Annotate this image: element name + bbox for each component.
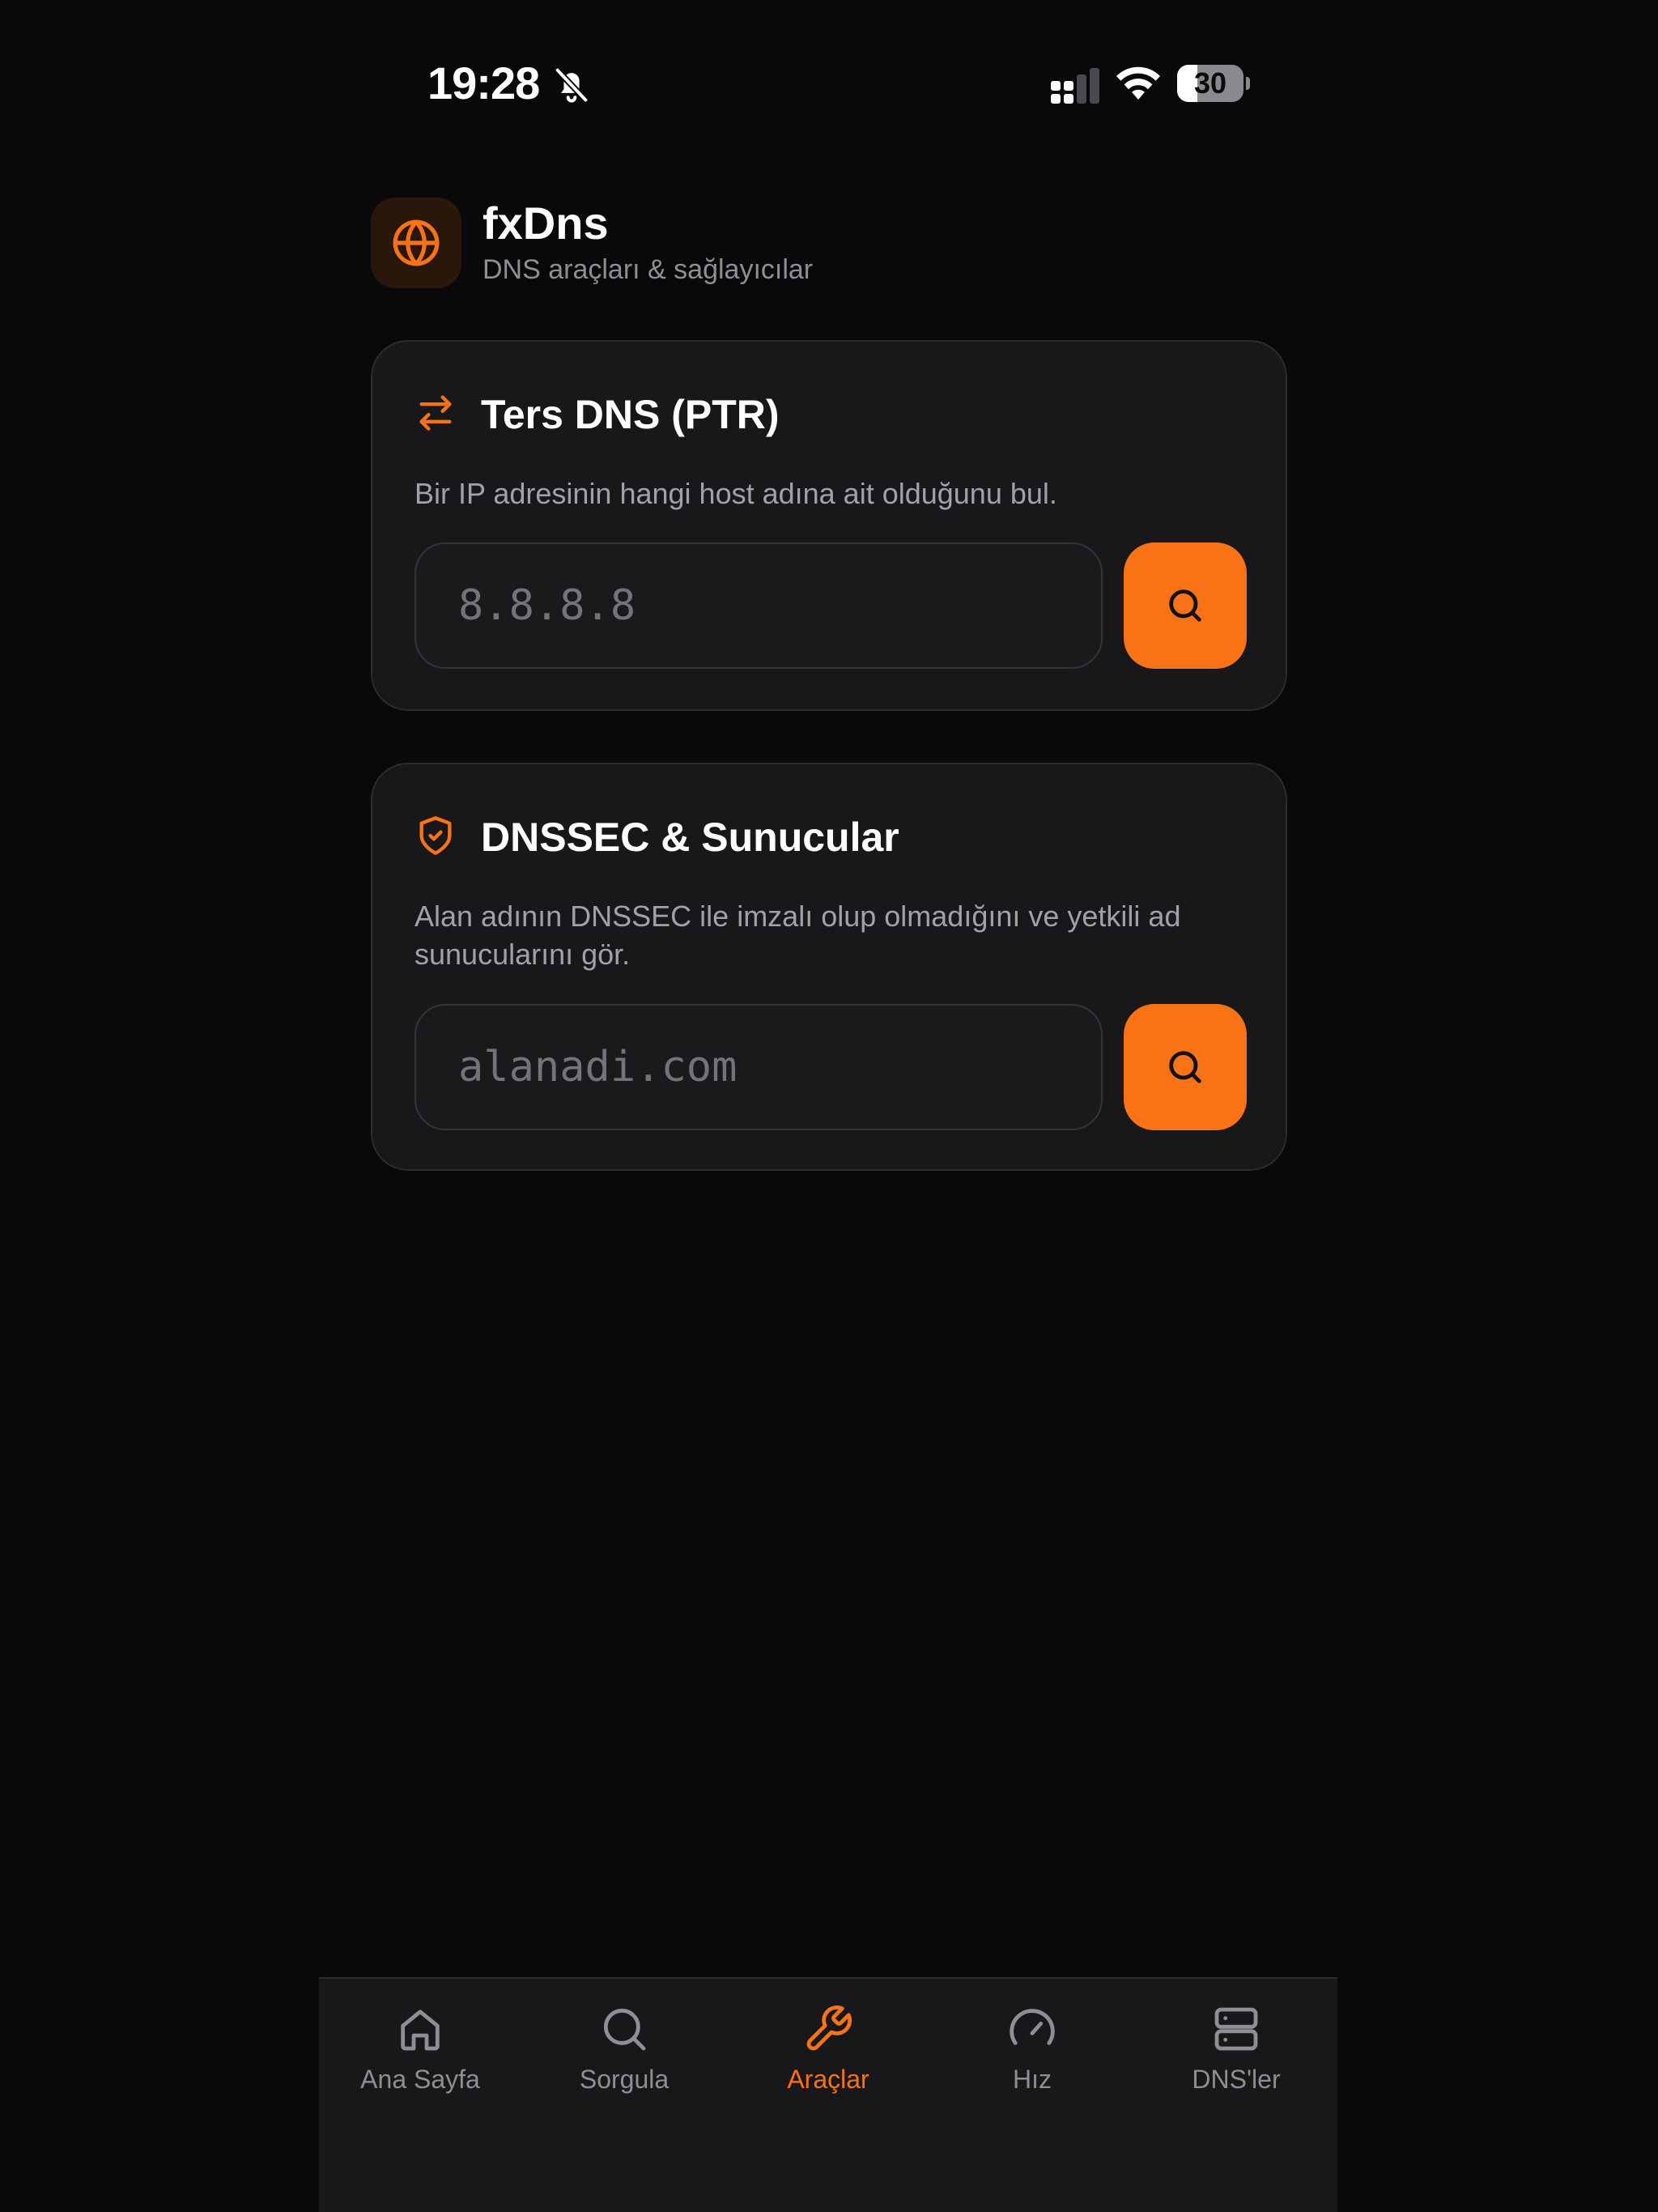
dnssec-search-button[interactable] (1124, 1004, 1247, 1130)
arrows-swap-icon (419, 395, 452, 431)
status-time: 19:28 (427, 57, 540, 108)
cellular-signal-icon (1051, 68, 1099, 104)
shield-check-icon (419, 816, 452, 855)
tab-label: Araçlar (787, 2065, 869, 2094)
tab-bar: Ana Sayfa Sorgula Araçlar Hız DNS'ler (319, 1977, 1337, 2212)
wifi-icon (1116, 66, 1160, 100)
battery-indicator: 30 (1177, 65, 1250, 102)
search-icon (603, 2008, 646, 2051)
bell-off-icon (554, 66, 589, 104)
battery-level: 30 (1193, 66, 1227, 100)
app-subtitle: DNS araçları & sağlayıcılar (483, 254, 814, 285)
reverse-dns-description: Bir IP adresinin hangi host adına ait ol… (414, 477, 1057, 510)
tab-tools[interactable]: Araçlar (727, 2003, 929, 2108)
dnssec-card: DNSSEC & Sunucular Alan adının DNSSEC il… (371, 763, 1287, 1171)
server-icon (1214, 2007, 1258, 2051)
search-icon (1169, 1051, 1201, 1083)
tab-label: Sorgula (579, 2065, 670, 2094)
reverse-dns-search-button[interactable] (1124, 542, 1247, 669)
tab-label: Hız (1013, 2065, 1052, 2094)
app-header: fxDns DNS araçları & sağlayıcılar (371, 198, 1287, 288)
tab-home[interactable]: Ana Sayfa (319, 2003, 521, 2108)
tab-speed[interactable]: Hız (931, 2003, 1133, 2108)
app-title: fxDns (483, 198, 609, 249)
reverse-dns-card: Ters DNS (PTR) Bir IP adresinin hangi ho… (371, 340, 1287, 711)
home-icon (401, 2010, 440, 2051)
tab-label: Ana Sayfa (360, 2065, 480, 2094)
tab-query[interactable]: Sorgula (523, 2003, 725, 2108)
dnssec-title: DNSSEC & Sunucular (481, 815, 899, 860)
domain-input[interactable] (414, 1004, 1103, 1130)
wrench-icon (806, 2005, 852, 2051)
status-bar: 19:28 30 (427, 52, 1250, 117)
reverse-dns-title: Ters DNS (PTR) (481, 392, 780, 437)
dnssec-description: Alan adının DNSSEC ile imzalı olup olmad… (414, 900, 1181, 971)
ip-address-input[interactable] (414, 542, 1103, 669)
app-logo (371, 198, 461, 288)
tab-dns-list[interactable]: DNS'ler (1135, 2003, 1337, 2108)
tab-label: DNS'ler (1192, 2065, 1281, 2094)
screen: 19:28 30 fxDns DNS araçları & sağlayıcıl… (0, 0, 1658, 2212)
globe-icon (393, 219, 440, 266)
gauge-icon (1010, 2009, 1055, 2045)
search-icon (1169, 589, 1201, 622)
